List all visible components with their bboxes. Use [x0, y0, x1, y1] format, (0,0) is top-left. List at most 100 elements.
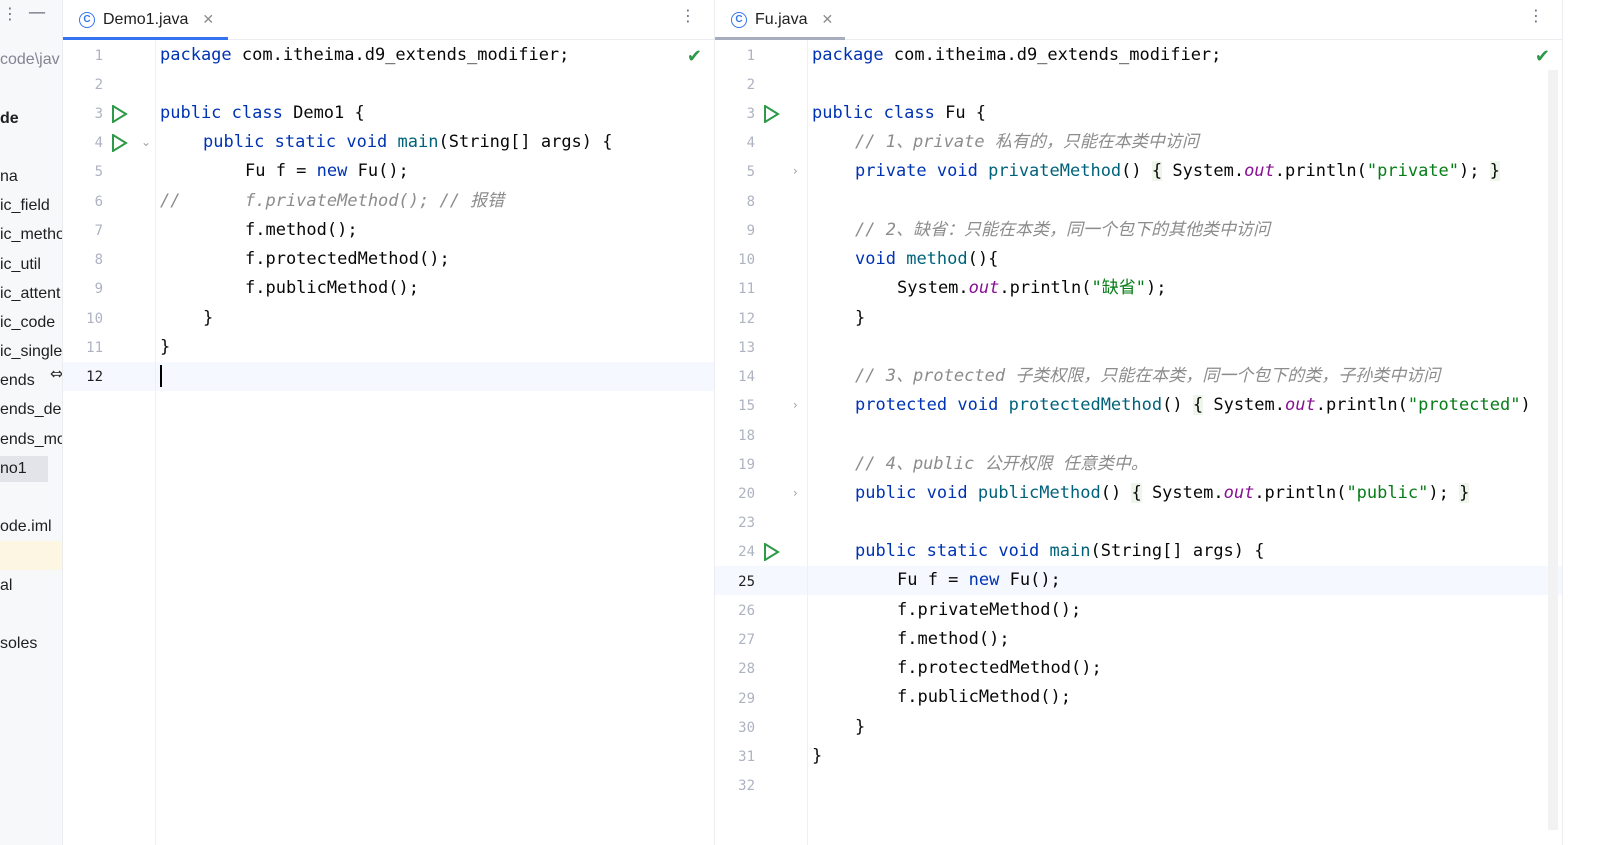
code-area[interactable]: package com.itheima.d9_extends_modifier;…: [812, 40, 1562, 845]
tab-fu[interactable]: C Fu.java ✕: [715, 0, 849, 40]
code-text: );: [1428, 483, 1449, 503]
sidebar-item[interactable]: ic_field: [0, 193, 50, 219]
keyword: void: [998, 541, 1040, 561]
run-icon[interactable]: [762, 543, 780, 561]
line-number: 11: [738, 281, 755, 297]
code-text: System.: [1213, 395, 1285, 415]
more-options-icon[interactable]: ⋮: [680, 6, 696, 25]
method-name: privateMethod: [988, 161, 1122, 181]
static-field: out: [1285, 395, 1316, 415]
sidebar-highlight: [0, 541, 62, 570]
folded-brace[interactable]: }: [1459, 483, 1470, 503]
line-number: 18: [738, 428, 755, 444]
code-area[interactable]: package com.itheima.d9_extends_modifier;…: [160, 40, 714, 845]
fold-chevron-icon[interactable]: ⌄: [141, 135, 151, 149]
code-text: Fu();: [999, 570, 1061, 590]
code-line: Fu f = new Fu();: [245, 157, 409, 186]
folded-brace[interactable]: {: [1151, 161, 1163, 181]
sidebar-item[interactable]: code\jav: [0, 47, 60, 73]
code-line: f.privateMethod();: [897, 600, 1082, 620]
run-icon[interactable]: [762, 105, 780, 123]
code-line: public class Demo1 {: [160, 99, 365, 128]
tab-bar: C Demo1.java ✕ ⋮: [63, 0, 714, 40]
close-icon[interactable]: ✕: [821, 11, 833, 28]
folded-brace[interactable]: {: [1131, 483, 1142, 503]
code-text: .println(: [999, 278, 1092, 298]
package-name: com.itheima.d9_extends_modifier;: [231, 45, 570, 65]
sidebar-item[interactable]: ic_single: [0, 339, 62, 365]
code-line: f.method();: [245, 220, 358, 240]
more-options-icon[interactable]: ⋮: [2, 4, 18, 23]
line-number: 5: [746, 164, 755, 180]
line-number: 14: [738, 369, 755, 385]
code-line: }: [160, 337, 171, 357]
sidebar-item[interactable]: ic_util: [0, 252, 41, 278]
code-text: System.: [897, 278, 969, 298]
editor-pane-fu[interactable]: C Fu.java ✕ ⋮ 1 2 3 4 5 8 9 10 11 12 13 …: [715, 0, 1562, 845]
code-text: .println(: [1254, 483, 1347, 503]
sidebar-item[interactable]: de: [0, 106, 19, 132]
line-number: 19: [738, 457, 755, 473]
code-text: System.: [1151, 483, 1224, 503]
code-line: f.publicMethod();: [245, 278, 419, 298]
sidebar-item[interactable]: ic_code: [0, 310, 55, 336]
tab-demo1[interactable]: C Demo1.java ✕: [63, 0, 230, 40]
keyword: class: [883, 103, 935, 123]
code-text: );: [1145, 278, 1167, 298]
close-icon[interactable]: ✕: [202, 11, 214, 28]
line-number: 29: [738, 691, 755, 707]
code-line: f.protectedMethod();: [897, 658, 1102, 678]
sidebar-item[interactable]: ode.iml: [0, 514, 52, 540]
code-line: f.protectedMethod();: [245, 249, 450, 269]
code-line: public class Fu {: [812, 99, 986, 128]
sidebar-item[interactable]: soles: [0, 631, 37, 657]
keyword: public: [855, 541, 917, 561]
comment-line: // 3、protected 子类权限，只能在本类，同一个包下的类，子孙类中访问: [855, 366, 1441, 386]
folded-brace[interactable]: {: [1192, 395, 1204, 415]
fold-expand-icon[interactable]: ›: [793, 486, 798, 500]
run-icon[interactable]: [110, 134, 128, 152]
static-field: out: [1223, 483, 1255, 503]
code-line: public void publicMethod() { System.out.…: [855, 479, 1470, 508]
sidebar-item[interactable]: ends_der: [0, 397, 62, 423]
sidebar-item[interactable]: ic_metho: [0, 222, 62, 248]
editor-pane-demo1[interactable]: C Demo1.java ✕ ⋮ 1 2 3 4 5 6 7 8 9 10 11…: [63, 0, 715, 845]
line-number: 26: [738, 603, 755, 619]
resize-cursor-icon[interactable]: ⇔: [50, 364, 62, 383]
keyword: public: [160, 103, 222, 123]
sidebar-item-selected[interactable]: no1: [0, 456, 48, 482]
code-text: Fu f =: [897, 570, 969, 590]
more-options-icon[interactable]: ⋮: [1528, 6, 1544, 25]
sidebar-item[interactable]: ends_mo: [0, 427, 62, 453]
code-text: (String[] args) {: [438, 132, 613, 152]
run-icon[interactable]: [110, 105, 128, 123]
keyword: public: [855, 483, 917, 503]
line-number: 15: [738, 398, 755, 414]
fold-expand-icon[interactable]: ›: [793, 398, 798, 412]
project-sidebar: ⋮ — code\jav de na ic_field ic_metho ic_…: [0, 0, 63, 845]
tab-label: Fu.java: [755, 10, 808, 28]
line-number: 13: [738, 340, 755, 356]
editor-scrollbar[interactable]: [1548, 70, 1558, 830]
string-literal: "public": [1346, 483, 1429, 503]
collapse-icon[interactable]: —: [28, 2, 46, 23]
fold-expand-icon[interactable]: ›: [793, 164, 798, 178]
keyword: package: [812, 45, 884, 65]
class-icon: C: [731, 11, 747, 28]
code-line: }: [855, 308, 866, 328]
line-number: 4: [746, 135, 755, 151]
sidebar-item[interactable]: ic_attent: [0, 281, 60, 307]
sidebar-item[interactable]: al: [0, 573, 12, 599]
comment-line: // 2、缺省：只能在本类，同一个包下的其他类中访问: [855, 220, 1270, 240]
code-text: (): [1162, 395, 1183, 415]
tab-label: Demo1.java: [103, 10, 189, 28]
folded-brace[interactable]: }: [1489, 161, 1501, 181]
code-line: void method(){: [855, 245, 998, 274]
sidebar-item[interactable]: na: [0, 164, 18, 190]
code-text: );: [1459, 161, 1480, 181]
class-name: Demo1 {: [282, 103, 365, 123]
code-text: Fu f =: [245, 161, 317, 181]
sidebar-item[interactable]: ends: [0, 368, 35, 394]
line-number: 11: [86, 340, 103, 356]
code-line: f.method();: [897, 629, 1010, 649]
